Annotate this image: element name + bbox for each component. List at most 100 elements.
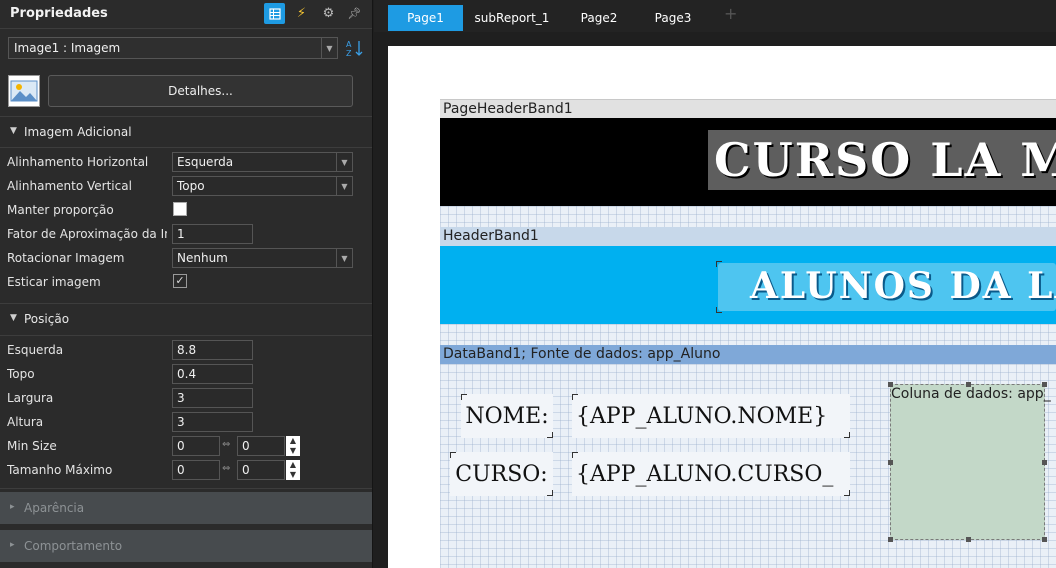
- properties-grid-icon[interactable]: [264, 3, 285, 24]
- events-lightning-icon[interactable]: ⚡: [291, 3, 312, 24]
- input-value: 0: [177, 463, 185, 477]
- prop-label: Esquerda: [7, 343, 64, 357]
- data-column-label[interactable]: Coluna de dados: app_: [891, 386, 1056, 406]
- prop-label: Topo: [7, 367, 35, 381]
- expand-arrow-icon: ▸: [10, 540, 15, 550]
- prop-row-fator-aproximacao: Fator de Aproximação da Imagem 1: [0, 223, 372, 245]
- rotacionar-imagem-select[interactable]: Nenhum ▼: [172, 248, 353, 268]
- input-value: 0: [242, 463, 250, 477]
- section-comportamento[interactable]: ▸ Comportamento: [0, 530, 372, 562]
- prop-row-alinhamento-vertical: Alinhamento Vertical Topo ▼: [0, 175, 372, 197]
- prop-label: Altura: [7, 415, 44, 429]
- spinner-icon[interactable]: ▲ ▼: [286, 460, 300, 480]
- resize-handle[interactable]: [1042, 537, 1047, 542]
- curso-label-text[interactable]: CURSO:: [450, 452, 553, 496]
- fator-aproximacao-input[interactable]: 1: [172, 224, 253, 244]
- corner-marker: [716, 307, 722, 313]
- largura-input[interactable]: 3: [172, 388, 253, 408]
- min-size-width-input[interactable]: 0: [172, 436, 220, 456]
- link-arrows-icon[interactable]: ⇔: [222, 439, 234, 450]
- prop-label: Alinhamento Horizontal: [7, 155, 149, 169]
- selected-image-component[interactable]: [890, 384, 1045, 540]
- prop-row-altura: Altura 3: [0, 411, 372, 433]
- resize-handle[interactable]: [888, 382, 893, 387]
- resize-handle[interactable]: [966, 382, 971, 387]
- sort-alphabetical-icon[interactable]: AZ: [345, 38, 365, 58]
- divider: [0, 147, 372, 148]
- properties-header: Propriedades ⚡ ⚙ 📌︎: [0, 0, 372, 28]
- corner-marker: [572, 394, 578, 400]
- prop-row-largura: Largura 3: [0, 387, 372, 409]
- pin-icon[interactable]: 📌︎: [344, 3, 365, 24]
- section-aparencia[interactable]: ▸ Aparência: [0, 492, 372, 524]
- page-tabs: Page1 subReport_1 Page2 Page3 +: [374, 0, 1056, 32]
- spinner-icon[interactable]: ▲ ▼: [286, 436, 300, 456]
- resize-handle[interactable]: [888, 460, 893, 465]
- tab-page1[interactable]: Page1: [388, 5, 463, 31]
- input-value: 0: [177, 439, 185, 453]
- corner-marker: [572, 452, 578, 458]
- corner-marker: [450, 452, 456, 458]
- svg-text:Z: Z: [346, 49, 352, 58]
- min-size-height-input[interactable]: 0: [237, 436, 285, 456]
- image-thumbnail-icon: [8, 75, 40, 107]
- details-button[interactable]: Detalhes...: [48, 75, 353, 107]
- corner-marker: [461, 394, 467, 400]
- page-header-band-label[interactable]: PageHeaderBand1: [440, 99, 1056, 118]
- prop-row-manter-proporcao: Manter proporção: [0, 199, 372, 221]
- corner-marker: [844, 432, 850, 438]
- prop-label: Esticar imagem: [7, 275, 101, 289]
- max-size-height-input[interactable]: 0: [237, 460, 285, 480]
- nome-field-text[interactable]: {APP_ALUNO.NOME}: [572, 394, 850, 438]
- prop-label: Manter proporção: [7, 203, 114, 217]
- tab-page3[interactable]: Page3: [638, 5, 708, 31]
- expand-arrow-icon: ▸: [10, 502, 15, 512]
- header-band-label[interactable]: HeaderBand1: [440, 227, 1056, 246]
- nome-label-text[interactable]: NOME:: [461, 394, 553, 438]
- report-designer: Page1 subReport_1 Page2 Page3 + PageHead…: [374, 0, 1056, 568]
- chevron-down-icon[interactable]: ▼: [336, 153, 352, 171]
- prop-label: Tamanho Máximo: [7, 463, 113, 477]
- resize-handle[interactable]: [1042, 460, 1047, 465]
- curso-field-text[interactable]: {APP_ALUNO.CURSO_: [572, 452, 850, 496]
- section-posicao[interactable]: ▼ Posição: [0, 304, 372, 334]
- chevron-down-icon[interactable]: ▼: [321, 38, 337, 58]
- tab-page2[interactable]: Page2: [564, 5, 634, 31]
- chevron-down-icon[interactable]: ▼: [336, 249, 352, 267]
- link-arrows-icon[interactable]: ⇔: [222, 463, 234, 474]
- divider: [0, 335, 372, 336]
- alinhamento-horizontal-select[interactable]: Esquerda ▼: [172, 152, 353, 172]
- section-imagem-adicional[interactable]: ▼ Imagem Adicional: [0, 117, 372, 147]
- select-value: Topo: [177, 179, 205, 193]
- object-selector[interactable]: Image1 : Imagem ▼: [8, 37, 338, 59]
- settings-gear-icon[interactable]: ⚙: [318, 3, 339, 24]
- report-subtitle-text[interactable]: ALUNOS DA LA MARAVILHA: [718, 263, 1056, 311]
- input-value: 0.4: [177, 367, 197, 381]
- input-value: 3: [177, 415, 185, 429]
- prop-label: Min Size: [7, 439, 57, 453]
- resize-handle[interactable]: [888, 537, 893, 542]
- altura-input[interactable]: 3: [172, 412, 253, 432]
- corner-marker: [547, 490, 553, 496]
- input-value: 1: [177, 227, 185, 241]
- input-value: 8.8: [177, 343, 197, 357]
- resize-handle[interactable]: [966, 537, 971, 542]
- resize-handle[interactable]: [1042, 382, 1047, 387]
- topo-input[interactable]: 0.4: [172, 364, 253, 384]
- svg-text:A: A: [346, 40, 352, 49]
- input-value: 3: [177, 391, 185, 405]
- data-band-label[interactable]: DataBand1; Fonte de dados: app_Aluno: [440, 345, 1056, 364]
- prop-label: Fator de Aproximação da Imagem: [7, 227, 167, 241]
- esticar-imagem-checkbox[interactable]: ✓: [173, 274, 187, 288]
- esquerda-input[interactable]: 8.8: [172, 340, 253, 360]
- report-title-text[interactable]: CURSO LA MARAVILHA: [708, 130, 1056, 190]
- prop-row-alinhamento-horizontal: Alinhamento Horizontal Esquerda ▼: [0, 151, 372, 173]
- chevron-down-icon[interactable]: ▼: [336, 177, 352, 195]
- tab-subreport-1[interactable]: subReport_1: [469, 5, 555, 31]
- alinhamento-vertical-select[interactable]: Topo ▼: [172, 176, 353, 196]
- add-page-icon[interactable]: +: [724, 4, 737, 23]
- prop-row-esquerda: Esquerda 8.8: [0, 339, 372, 361]
- object-selector-value: Image1 : Imagem: [14, 41, 121, 55]
- max-size-width-input[interactable]: 0: [172, 460, 220, 480]
- manter-proporcao-checkbox[interactable]: [173, 202, 187, 216]
